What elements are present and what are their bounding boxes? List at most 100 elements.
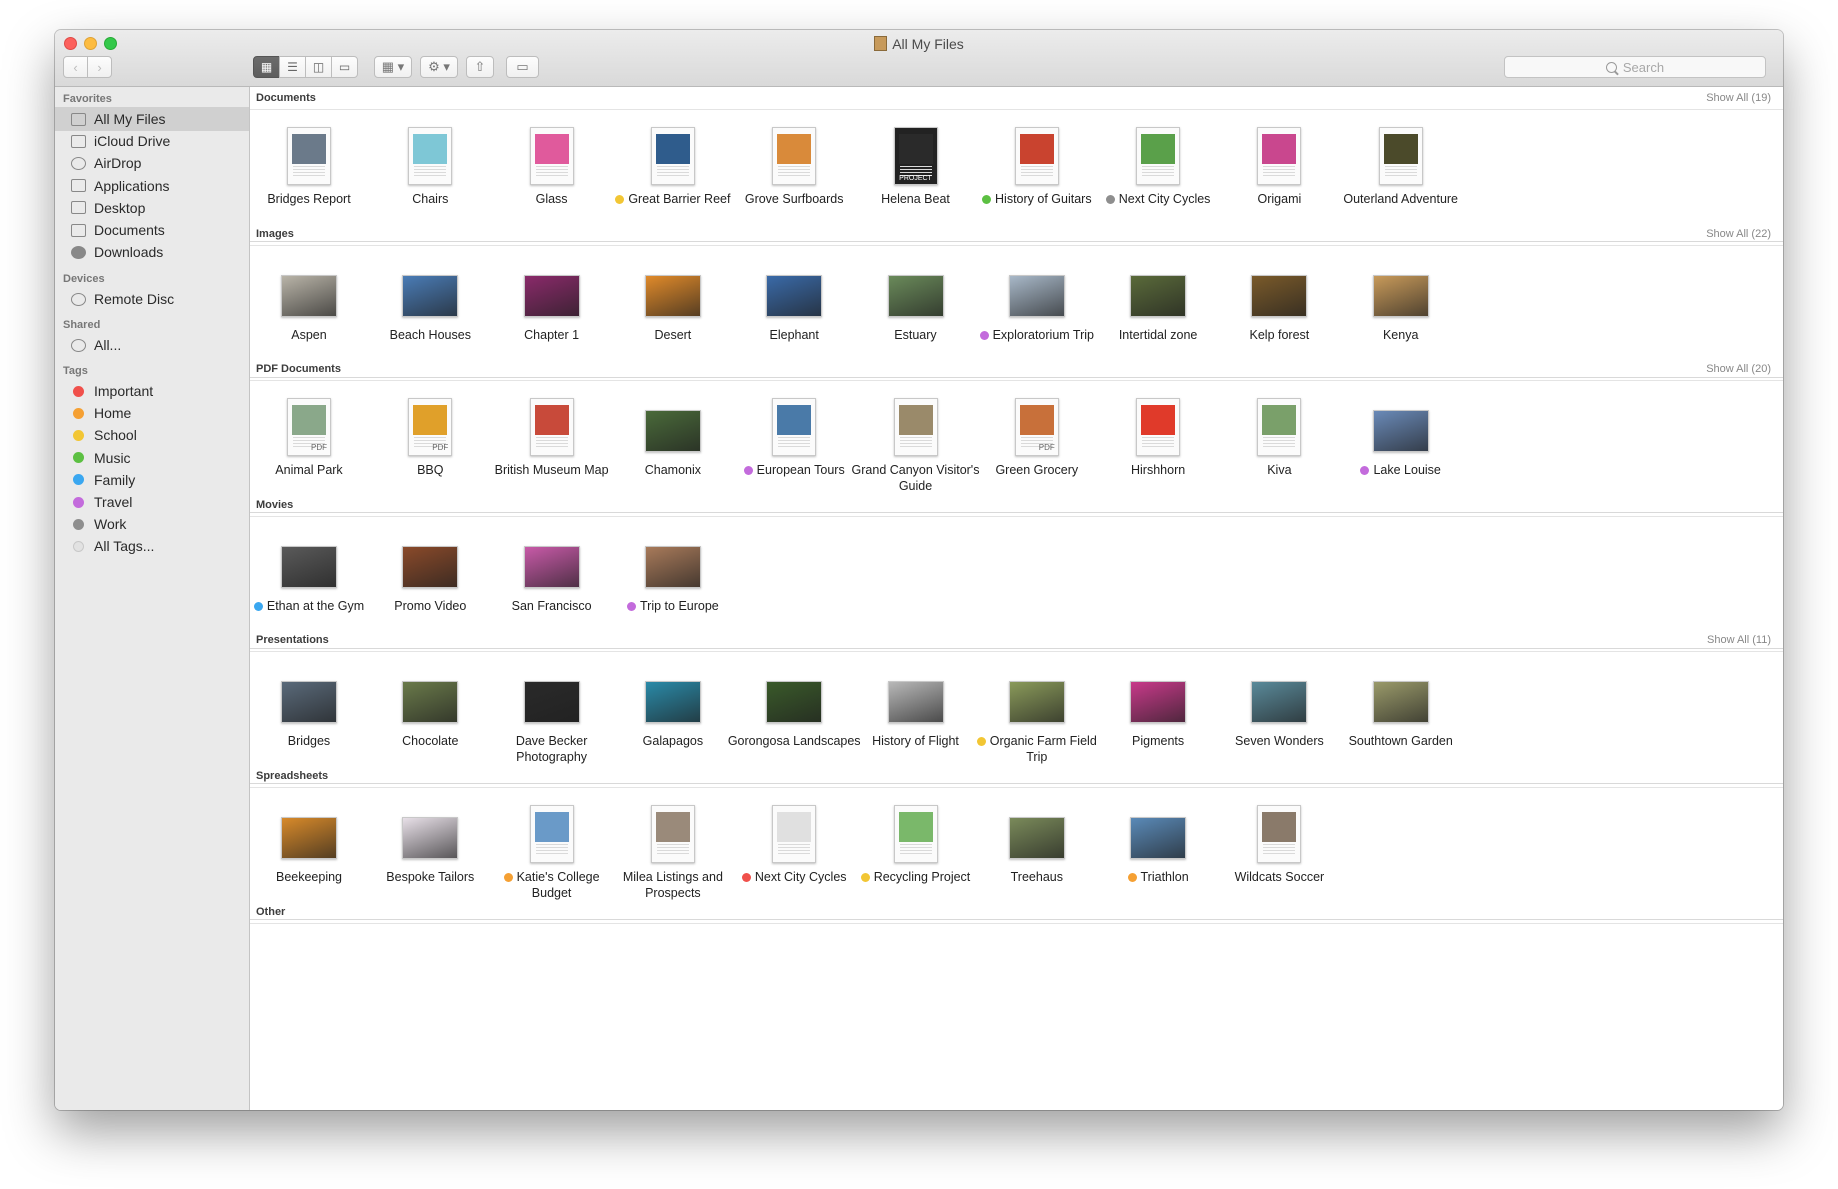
- file-item[interactable]: Grand Canyon Visitor's Guide: [849, 380, 983, 512]
- file-item[interactable]: Origami: [1212, 109, 1346, 241]
- icon-view-button[interactable]: ▦: [253, 56, 280, 78]
- sidebar-item-downloads[interactable]: Downloads: [55, 240, 249, 264]
- action-button[interactable]: ⚙ ▾: [420, 56, 458, 78]
- file-item[interactable]: Pigments: [1091, 651, 1225, 783]
- share-button[interactable]: ⇧: [466, 56, 494, 78]
- file-item[interactable]: Ethan at the Gym: [250, 516, 376, 648]
- file-item[interactable]: History of Guitars: [970, 109, 1104, 241]
- file-item[interactable]: Beach Houses: [363, 245, 497, 377]
- file-item[interactable]: History of Flight: [849, 651, 983, 783]
- file-label: Chocolate: [363, 733, 497, 749]
- file-item[interactable]: Kiva: [1212, 380, 1346, 512]
- sidebar-item-all-tags[interactable]: All Tags...: [55, 534, 249, 558]
- file-label: Chairs: [363, 191, 497, 207]
- sidebar-item-airdrop[interactable]: AirDrop: [55, 151, 249, 175]
- file-item[interactable]: British Museum Map: [485, 380, 619, 512]
- file-item[interactable]: European Tours: [727, 380, 861, 512]
- tag-dot: [976, 737, 986, 747]
- thumbnail-text-lines: [656, 166, 689, 178]
- file-item[interactable]: Next City Cycles: [727, 787, 861, 919]
- file-item[interactable]: Next City Cycles: [1091, 109, 1225, 241]
- file-item[interactable]: Beekeeping: [250, 787, 376, 919]
- sidebar-item-documents[interactable]: Documents: [55, 218, 249, 242]
- file-item[interactable]: Chapter 1: [485, 245, 619, 377]
- disc-icon: [71, 292, 86, 306]
- show-all-link[interactable]: Show All (20): [1706, 363, 1771, 375]
- file-label: Bridges: [250, 733, 376, 749]
- file-item[interactable]: Chocolate: [363, 651, 497, 783]
- sidebar-item-music[interactable]: Music: [55, 446, 249, 470]
- cloud-icon: [71, 134, 86, 148]
- sidebar-item-home[interactable]: Home: [55, 401, 249, 425]
- sidebar-item-work[interactable]: Work: [55, 512, 249, 536]
- file-item[interactable]: Trip to Europe: [606, 516, 740, 648]
- file-item[interactable]: Glass: [485, 109, 619, 241]
- sidebar-item-desktop[interactable]: Desktop: [55, 196, 249, 220]
- file-item[interactable]: Dave Becker Photography: [485, 651, 619, 783]
- file-item[interactable]: Recycling Project: [849, 787, 983, 919]
- file-item[interactable]: Katie's College Budget: [485, 787, 619, 919]
- sidebar-item-all-my-files[interactable]: All My Files: [55, 107, 249, 131]
- show-all-link[interactable]: Show All (11): [1707, 634, 1771, 646]
- file-thumbnail: [1378, 127, 1423, 185]
- file-item[interactable]: Outerland Adventure: [1334, 109, 1468, 241]
- column-view-button[interactable]: ◫: [305, 56, 332, 78]
- arrange-button[interactable]: ▦ ▾: [374, 56, 412, 78]
- file-item[interactable]: Promo Video: [363, 516, 497, 648]
- file-item[interactable]: Milea Listings and Prospects: [606, 787, 740, 919]
- file-item[interactable]: Chairs: [363, 109, 497, 241]
- file-item[interactable]: Grove Surfboards: [727, 109, 861, 241]
- file-item[interactable]: PDF Animal Park: [250, 380, 376, 512]
- file-item[interactable]: Hirshhorn: [1091, 380, 1225, 512]
- file-item[interactable]: Wildcats Soccer: [1212, 787, 1346, 919]
- file-item[interactable]: PROJECT Helena Beat: [849, 109, 983, 241]
- file-item[interactable]: Exploratorium Trip: [970, 245, 1104, 377]
- file-item[interactable]: Desert: [606, 245, 740, 377]
- file-item[interactable]: Chamonix: [606, 380, 740, 512]
- file-item[interactable]: Seven Wonders: [1212, 651, 1346, 783]
- file-item[interactable]: Treehaus: [970, 787, 1104, 919]
- file-item[interactable]: Aspen: [250, 245, 376, 377]
- sidebar-item-family[interactable]: Family: [55, 468, 249, 492]
- file-item[interactable]: Great Barrier Reef: [606, 109, 740, 241]
- file-item[interactable]: Kelp forest: [1212, 245, 1346, 377]
- file-item[interactable]: Southtown Garden: [1334, 651, 1468, 783]
- sidebar-item-travel[interactable]: Travel: [55, 490, 249, 514]
- sidebar-item-all[interactable]: All...: [55, 333, 249, 357]
- show-all-link[interactable]: Show All (19): [1706, 92, 1771, 104]
- file-item[interactable]: Elephant: [727, 245, 861, 377]
- sidebar-item-remote-disc[interactable]: Remote Disc: [55, 287, 249, 311]
- search-input[interactable]: Search: [1504, 56, 1766, 78]
- file-item[interactable]: PDF BBQ: [363, 380, 497, 512]
- file-item[interactable]: Bespoke Tailors: [363, 787, 497, 919]
- sidebar-item-icloud-drive[interactable]: iCloud Drive: [55, 129, 249, 153]
- cover-flow-view-button[interactable]: ▭: [331, 56, 358, 78]
- file-item[interactable]: Estuary: [849, 245, 983, 377]
- file-item[interactable]: Gorongosa Landscapes: [727, 651, 861, 783]
- file-item[interactable]: Bridges: [250, 651, 376, 783]
- file-item[interactable]: Galapagos: [606, 651, 740, 783]
- show-all-link[interactable]: Show All (22): [1706, 228, 1771, 240]
- file-item[interactable]: Intertidal zone: [1091, 245, 1225, 377]
- all-my-files-icon: [874, 36, 888, 51]
- forward-button[interactable]: ›: [87, 56, 112, 78]
- toolbar: All My Files ‹ › ▦ ☰ ◫ ▭ ▦ ▾ ⚙ ▾ ⇧ ▭ Sea…: [55, 30, 1783, 87]
- edit-tags-button[interactable]: ▭: [506, 56, 539, 78]
- file-name: Green Grocery: [995, 463, 1079, 478]
- file-item[interactable]: Bridges Report: [250, 109, 376, 241]
- file-item[interactable]: Organic Farm Field Trip: [970, 651, 1104, 783]
- file-item[interactable]: PDF Green Grocery: [970, 380, 1104, 512]
- file-item[interactable]: Kenya: [1334, 245, 1468, 377]
- tag-dot: [860, 873, 870, 882]
- sidebar-item-important[interactable]: Important: [55, 379, 249, 403]
- back-button[interactable]: ‹: [63, 56, 88, 78]
- sidebar-item-school[interactable]: School: [55, 423, 249, 447]
- tag-dot: [615, 195, 625, 204]
- file-label: Green Grocery: [970, 462, 1104, 478]
- sidebar-item-applications[interactable]: Applications: [55, 174, 249, 198]
- file-thumbnail: [644, 545, 701, 588]
- file-item[interactable]: San Francisco: [485, 516, 619, 648]
- file-item[interactable]: Triathlon: [1091, 787, 1225, 919]
- file-item[interactable]: Lake Louise: [1334, 380, 1468, 512]
- list-view-button[interactable]: ☰: [279, 56, 306, 78]
